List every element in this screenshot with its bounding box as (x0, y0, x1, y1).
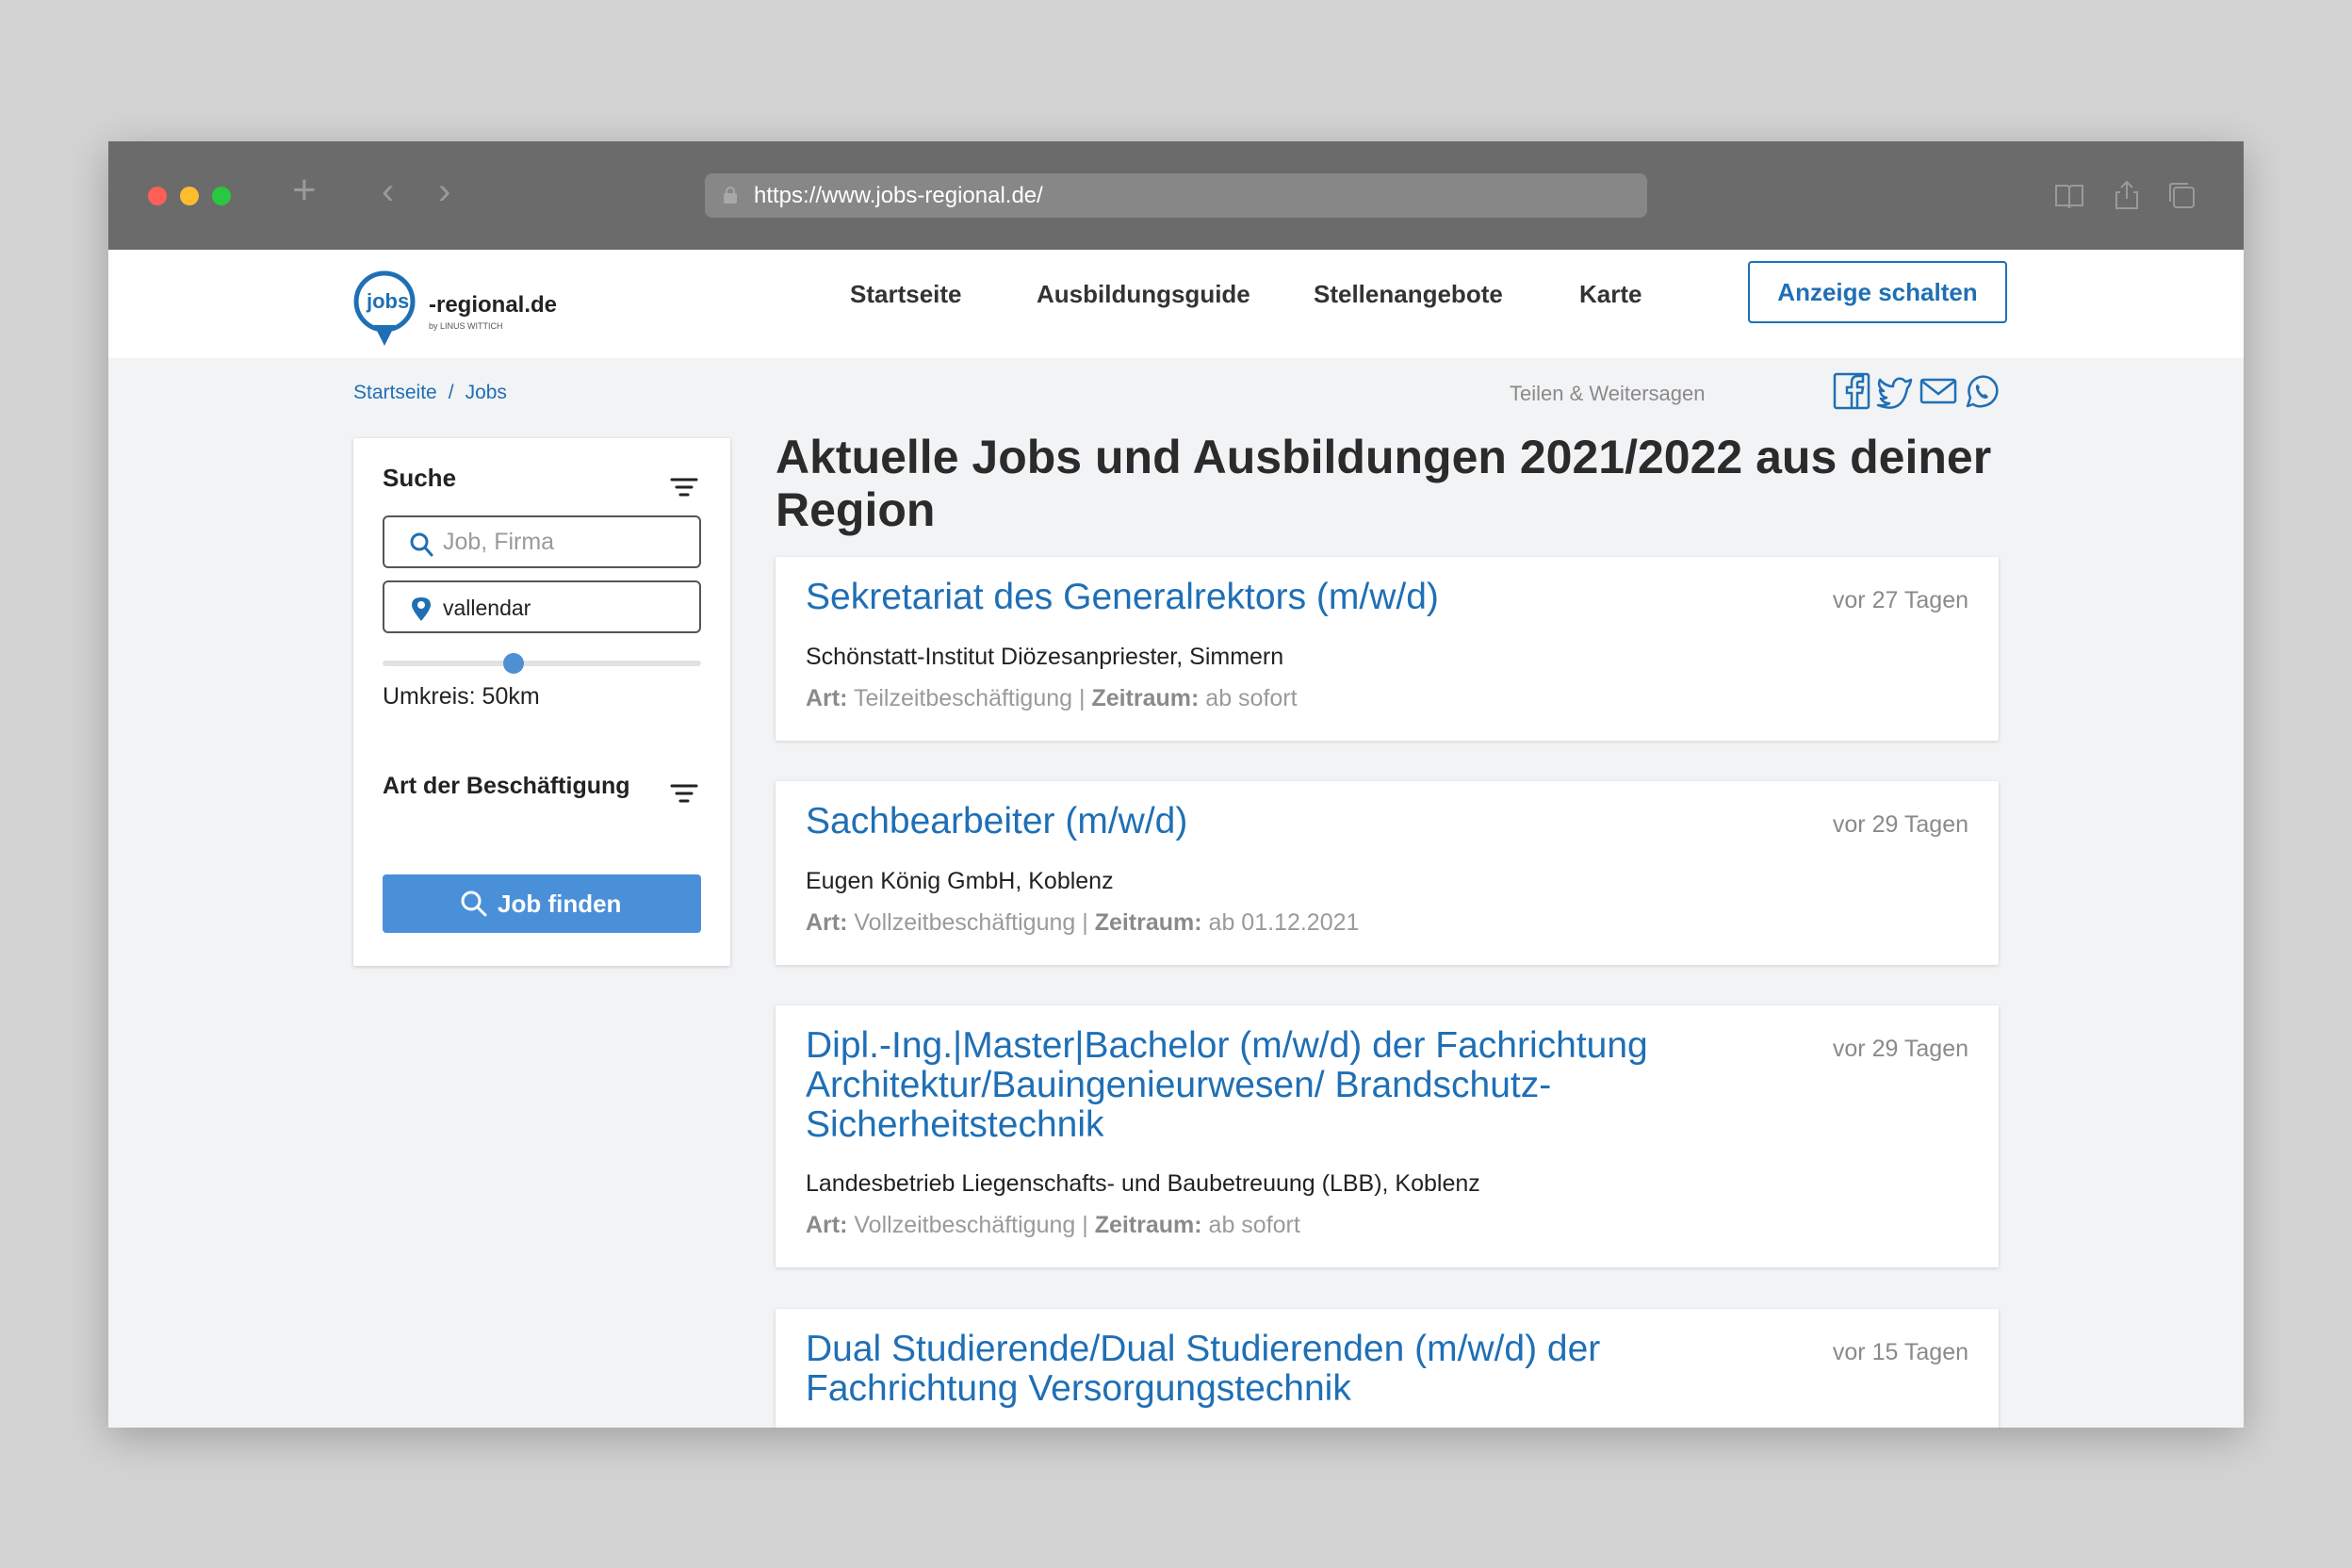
share-icon[interactable] (2111, 179, 2143, 211)
browser-titlebar: + ‹ › https://www.jobs-regional.de/ (108, 141, 2244, 250)
maximize-window-button[interactable] (212, 187, 231, 205)
job-card[interactable]: Sekretariat des Generalrektors (m/w/d) v… (776, 557, 1999, 741)
job-title[interactable]: Dipl.-Ing.|Master|Bachelor (m/w/d) der F… (806, 1026, 1748, 1145)
job-search-input[interactable]: Job, Firma (383, 515, 701, 568)
svg-text:jobs: jobs (366, 289, 409, 313)
location-value: vallendar (443, 596, 531, 620)
employment-filter-icon[interactable] (670, 782, 698, 805)
job-card[interactable]: Dual Studierende/Dual Studierenden (m/w/… (776, 1309, 1999, 1428)
url-text: https://www.jobs-regional.de/ (754, 183, 1043, 208)
logo-subtitle: by LINUS WITTICH (429, 321, 503, 331)
mail-icon[interactable] (1919, 372, 1957, 410)
page-title: Aktuelle Jobs und Ausbildungen 2021/2022… (776, 431, 1992, 536)
job-meta: Art: Teilzeitbeschäftigung | Zeitraum: a… (806, 685, 1298, 711)
search-icon (410, 532, 433, 557)
logo-text: -regional.de (429, 292, 558, 318)
nav-ausbildungsguide[interactable]: Ausbildungsguide (1037, 280, 1250, 309)
reader-book-icon[interactable] (2053, 179, 2085, 211)
nav-stellenangebote[interactable]: Stellenangebote (1314, 280, 1503, 309)
location-input[interactable]: vallendar (383, 580, 701, 633)
search-title: Suche (383, 464, 457, 492)
job-company: Schönstatt-Institut Diözesanpriester, Si… (806, 644, 1284, 670)
nav-karte[interactable]: Karte (1579, 280, 1642, 309)
job-meta: Art: Vollzeitbeschäftigung | Zeitraum: a… (806, 1212, 1300, 1238)
twitter-icon[interactable] (1876, 372, 1914, 410)
radius-slider-track[interactable] (383, 661, 701, 666)
whatsapp-icon[interactable] (1963, 372, 2001, 410)
job-finden-button[interactable]: Job finden (383, 874, 701, 933)
address-bar[interactable]: https://www.jobs-regional.de/ (705, 173, 1647, 218)
close-window-button[interactable] (148, 187, 167, 205)
location-pin-logo-icon: jobs (353, 270, 416, 346)
site-header: jobs -regional.de by LINUS WITTICH Start… (108, 250, 2244, 358)
job-meta: Art: Vollzeitbeschäftigung | Zeitraum: a… (806, 909, 1360, 936)
job-age: vor 29 Tagen (1832, 1036, 1968, 1062)
location-pin-icon (412, 597, 431, 621)
breadcrumb-startseite[interactable]: Startseite (353, 382, 437, 403)
breadcrumb: Startseite / Jobs (353, 382, 507, 404)
job-card[interactable]: Dipl.-Ing.|Master|Bachelor (m/w/d) der F… (776, 1005, 1999, 1267)
anzeige-schalten-button[interactable]: Anzeige schalten (1748, 261, 2007, 323)
browser-window: + ‹ › https://www.jobs-regional.de/ jobs (108, 141, 2244, 1428)
new-tab-icon[interactable]: + (292, 170, 317, 211)
facebook-icon[interactable] (1833, 372, 1870, 410)
job-company: Landesbetrieb Liegenschafts- und Baubetr… (806, 1170, 1480, 1197)
nav-startseite[interactable]: Startseite (850, 280, 962, 309)
job-age: vor 15 Tagen (1832, 1339, 1968, 1365)
share-label: Teilen & Weitersagen (1510, 382, 1706, 405)
filter-icon[interactable] (670, 476, 698, 498)
tabs-overview-icon[interactable] (2165, 179, 2197, 211)
job-age: vor 27 Tagen (1832, 587, 1968, 613)
job-company: Eugen König GmbH, Koblenz (806, 868, 1114, 894)
job-card[interactable]: Sachbearbeiter (m/w/d) vor 29 Tagen Euge… (776, 781, 1999, 965)
back-arrow-icon[interactable]: ‹ (382, 172, 394, 210)
minimize-window-button[interactable] (180, 187, 199, 205)
job-finden-label: Job finden (498, 890, 622, 918)
breadcrumb-separator: / (448, 382, 454, 403)
job-age: vor 29 Tagen (1832, 811, 1968, 838)
search-icon (461, 890, 487, 917)
breadcrumb-jobs[interactable]: Jobs (466, 382, 507, 403)
job-title[interactable]: Sekretariat des Generalrektors (m/w/d) (806, 578, 1748, 617)
employment-type-title: Art der Beschäftigung (383, 773, 630, 799)
lock-icon (724, 187, 737, 204)
job-title[interactable]: Sachbearbeiter (m/w/d) (806, 802, 1748, 841)
job-search-placeholder: Job, Firma (443, 529, 555, 555)
forward-arrow-icon[interactable]: › (438, 172, 450, 210)
radius-label: Umkreis: 50km (383, 683, 540, 710)
site-logo[interactable]: jobs -regional.de by LINUS WITTICH (353, 267, 580, 351)
search-sidebar: Suche Job, Firma vallendar Umkreis: 50km… (353, 438, 730, 966)
radius-slider-thumb[interactable] (502, 653, 524, 674)
job-title[interactable]: Dual Studierende/Dual Studierenden (m/w/… (806, 1330, 1748, 1409)
